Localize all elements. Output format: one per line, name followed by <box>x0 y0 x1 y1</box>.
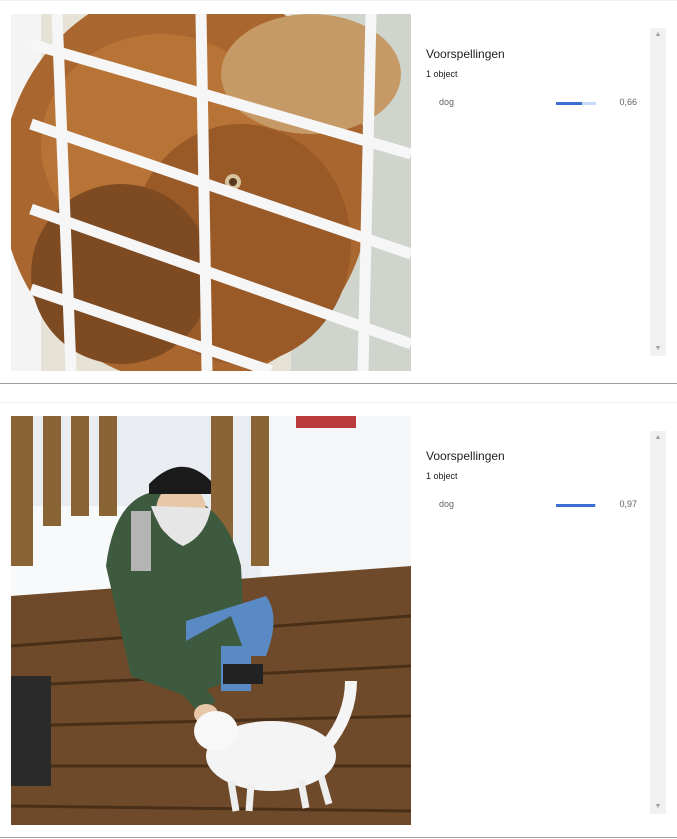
panel-title: Voorspellingen <box>426 47 505 61</box>
scroll-up-icon[interactable]: ▲ <box>650 28 666 42</box>
predictions-panel: Voorspellingen 1 object dog 0,66 <box>426 46 641 111</box>
prediction-row[interactable]: dog 0,97 <box>426 499 641 513</box>
object-count: 1 object <box>426 471 458 481</box>
predictions-panel: Voorspellingen 1 object dog 0,97 <box>426 448 641 513</box>
man-and-cat-photo <box>11 416 411 825</box>
scroll-down-icon[interactable]: ▼ <box>650 800 666 814</box>
scrollbar[interactable]: ▲ ▼ <box>650 28 666 356</box>
prediction-label: dog <box>439 97 455 107</box>
prediction-score: 0,97 <box>619 499 637 509</box>
confidence-bar-fill <box>556 102 583 105</box>
dog-photo <box>11 14 411 371</box>
confidence-bar <box>556 504 596 507</box>
prediction-card: Voorspellingen 1 object dog 0,97 ▲ ▼ <box>0 402 677 838</box>
panel-title: Voorspellingen <box>426 449 505 463</box>
scroll-down-icon[interactable]: ▼ <box>650 342 666 356</box>
dog-behind-fence-image <box>11 14 411 371</box>
prediction-card: Voorspellingen 1 object dog 0,66 ▲ ▼ <box>0 0 677 384</box>
prediction-score: 0,66 <box>619 97 637 107</box>
scrollbar[interactable]: ▲ ▼ <box>650 431 666 814</box>
prediction-row[interactable]: dog 0,66 <box>426 97 641 111</box>
confidence-bar-fill <box>556 504 595 507</box>
confidence-bar <box>556 102 596 105</box>
scroll-up-icon[interactable]: ▲ <box>650 431 666 445</box>
man-petting-cat-image <box>11 416 411 825</box>
prediction-label: dog <box>439 499 455 509</box>
object-count: 1 object <box>426 69 458 79</box>
